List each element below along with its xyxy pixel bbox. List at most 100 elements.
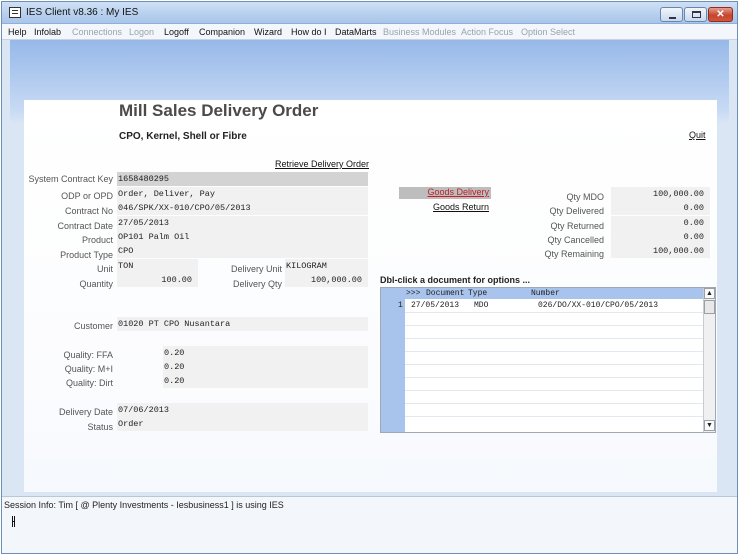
delivery-qty-field[interactable]: 100,000.00 <box>285 273 368 287</box>
scroll-thumb[interactable] <box>704 300 715 314</box>
odp-field[interactable]: Order, Deliver, Pay <box>117 187 368 201</box>
window-title: IES Client v8.36 : My IES <box>26 7 139 18</box>
goods-delivery-link[interactable]: Goods Delivery <box>399 187 491 199</box>
page-subtitle: CPO, Kernel, Shell or Fibre <box>119 131 247 142</box>
grid-line <box>405 364 703 365</box>
delivery-unit-field[interactable]: KILOGRAM <box>285 259 368 273</box>
qty-delivered-label: Qty Delivered <box>549 206 604 216</box>
menu-datamarts[interactable]: DataMarts <box>335 27 377 37</box>
session-info: Session Info: Tim [ @ Plenty Investments… <box>4 500 284 510</box>
documents-grid[interactable]: >>> Document Type Number 1 27/05/2013 MD… <box>380 287 716 433</box>
grid-line <box>405 338 703 339</box>
customer-label: Customer <box>73 321 113 331</box>
contract-no-field[interactable]: 046/SPK/XX-010/CPO/05/2013 <box>117 201 368 215</box>
grid-line <box>405 390 703 391</box>
qty-remaining-field[interactable]: 100,000.00 <box>611 244 710 258</box>
grid-header: >>> Document Type Number <box>381 288 703 299</box>
product-field[interactable]: OP101 Palm Oil <box>117 230 368 244</box>
qty-cancelled-field[interactable]: 0.00 <box>611 230 710 244</box>
customer-field[interactable]: 01020 PT CPO Nusantara <box>117 317 368 331</box>
quantity-field[interactable]: 100.00 <box>117 273 198 287</box>
status-label: Status <box>87 422 113 432</box>
qty-delivered-field[interactable]: 0.00 <box>611 201 710 215</box>
grid-header-number[interactable]: Number <box>531 289 560 298</box>
app-window-icon <box>9 7 21 18</box>
contract-date-label: Contract Date <box>57 221 113 231</box>
odp-label: ODP or OPD <box>61 191 113 201</box>
quality-ffa-label: Quality: FFA <box>63 350 113 360</box>
qty-mdo-label: Qty MDO <box>566 192 605 202</box>
grid-header-marker: >>> <box>406 289 421 298</box>
menu-wizard[interactable]: Wizard <box>254 27 282 37</box>
unit-field[interactable]: TON <box>117 259 198 273</box>
minimize-icon <box>669 17 676 19</box>
product-type-label: Product Type <box>60 250 113 260</box>
qty-returned-label: Qty Returned <box>550 221 604 231</box>
product-label: Product <box>81 235 113 245</box>
qty-cancelled-label: Qty Cancelled <box>547 235 604 245</box>
menu-help[interactable]: Help <box>8 27 27 37</box>
row-type: MDO <box>474 301 489 310</box>
minimize-button[interactable] <box>660 7 683 22</box>
quit-link[interactable]: Quit <box>689 130 706 140</box>
grid-header-document[interactable]: Document <box>426 289 464 298</box>
grid-line <box>405 325 703 326</box>
grid-line <box>405 312 703 313</box>
qty-mdo-field[interactable]: 100,000.00 <box>611 187 710 201</box>
title-bar: IES Client v8.36 : My IES ✕ <box>2 2 737 24</box>
menu-logon: Logon <box>129 27 155 37</box>
menu-business-modules: Business Modules <box>383 27 457 37</box>
text-cursor-icon <box>12 516 15 527</box>
qty-returned-field[interactable]: 0.00 <box>611 216 710 230</box>
grid-header-type[interactable]: Type <box>468 289 487 298</box>
system-contract-key-label: System Contract Key <box>28 174 113 184</box>
maximize-icon <box>692 11 701 18</box>
status-bar: Session Info: Tim [ @ Plenty Investments… <box>2 496 737 553</box>
maximize-button[interactable] <box>684 7 707 22</box>
quality-ffa-field[interactable]: 0.20 <box>163 346 368 360</box>
quality-dirt-field[interactable]: 0.20 <box>163 374 368 388</box>
grid-line <box>405 377 703 378</box>
close-icon: ✕ <box>716 9 725 20</box>
command-input[interactable] <box>10 515 710 529</box>
contract-no-label: Contract No <box>64 206 113 216</box>
row-number: 026/DO/XX-010/CPO/05/2013 <box>538 301 659 310</box>
menu-companion[interactable]: Companion <box>199 27 245 37</box>
delivery-date-label: Delivery Date <box>58 407 113 417</box>
row-index: 1 <box>398 301 403 310</box>
grid-line <box>405 351 703 352</box>
menu-logoff[interactable]: Logoff <box>164 27 189 37</box>
page-title: Mill Sales Delivery Order <box>119 101 319 120</box>
scroll-up-arrow-icon[interactable]: ▲ <box>704 288 715 299</box>
quality-dirt-label: Quality: Dirt <box>65 378 113 388</box>
delivery-date-field[interactable]: 07/06/2013 <box>117 403 368 417</box>
product-type-field[interactable]: CPO <box>117 244 368 258</box>
app-window: IES Client v8.36 : My IES ✕ Help Infolab… <box>1 1 738 554</box>
menu-how-do-i[interactable]: How do I <box>291 27 327 37</box>
documents-hint: Dbl-click a document for options ... <box>380 275 531 285</box>
quantity-label: Quantity <box>79 279 113 289</box>
contract-date-field[interactable]: 27/05/2013 <box>117 216 368 230</box>
delivery-unit-label: Delivery Unit <box>230 264 282 274</box>
grid-line <box>405 416 703 417</box>
client-area: Mill Sales Delivery Order CPO, Kernel, S… <box>10 40 729 496</box>
goods-return-link[interactable]: Goods Return <box>433 202 489 212</box>
close-button[interactable]: ✕ <box>708 7 733 22</box>
menu-infolab[interactable]: Infolab <box>34 27 61 37</box>
quality-mi-label: Quality: M+I <box>64 364 113 374</box>
grid-scrollbar[interactable]: ▲ ▼ <box>703 288 715 432</box>
status-field[interactable]: Order <box>117 417 368 431</box>
row-document: 27/05/2013 <box>411 301 460 310</box>
unit-label: Unit <box>96 264 113 274</box>
retrieve-delivery-order-link[interactable]: Retrieve Delivery Order <box>275 159 369 169</box>
quality-mi-field[interactable]: 0.20 <box>163 360 368 374</box>
menu-bar: Help Infolab Connections Logon Logoff Co… <box>2 24 737 40</box>
menu-connections: Connections <box>72 27 123 37</box>
qty-remaining-label: Qty Remaining <box>544 249 604 259</box>
menu-action-focus: Action Focus <box>461 27 514 37</box>
grid-line <box>405 403 703 404</box>
scroll-down-arrow-icon[interactable]: ▼ <box>704 420 715 431</box>
delivery-qty-label: Delivery Qty <box>232 279 282 289</box>
menu-option-select: Option Select <box>521 27 576 37</box>
system-contract-key-field[interactable]: 1658480295 <box>117 172 368 186</box>
